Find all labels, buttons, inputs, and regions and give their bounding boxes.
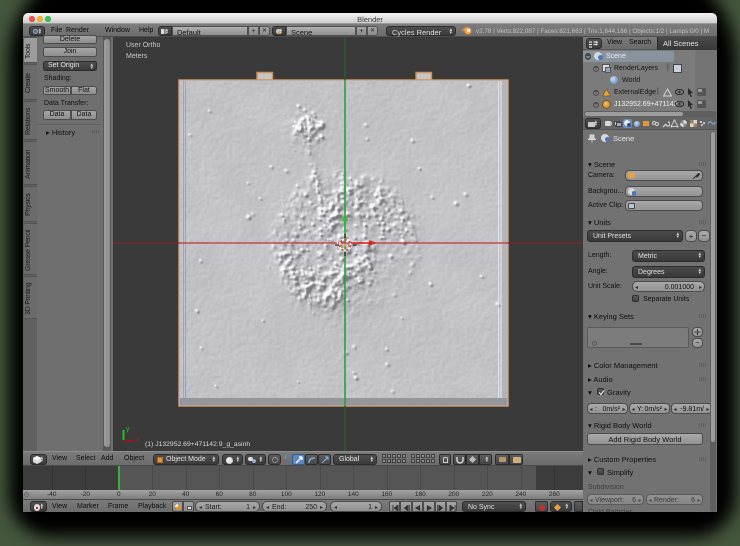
svg-text:y: y xyxy=(126,426,130,433)
svg-text:x: x xyxy=(136,436,140,443)
